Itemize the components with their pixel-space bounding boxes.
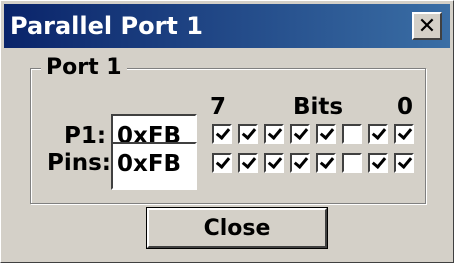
bit-checkbox[interactable] (238, 124, 258, 144)
bit-checkbox[interactable] (212, 124, 232, 144)
p1-label: P1: (64, 123, 107, 149)
bit-checkbox[interactable] (264, 153, 284, 173)
bit-0-label: 0 (397, 94, 414, 120)
bit-checkbox[interactable] (316, 153, 336, 173)
bit-7-label: 7 (210, 94, 227, 120)
bit-checkbox[interactable] (394, 124, 414, 144)
bit-checkbox[interactable] (238, 153, 258, 173)
bit-checkbox[interactable] (316, 124, 336, 144)
bit-checkbox[interactable] (342, 153, 362, 173)
bit-checkbox[interactable] (290, 153, 310, 173)
pins-bit-checkboxes (212, 153, 414, 173)
bit-checkbox[interactable] (342, 124, 362, 144)
bit-checkbox[interactable] (368, 153, 388, 173)
title-bar[interactable]: Parallel Port 1 ✕ (4, 4, 450, 48)
p1-bit-checkboxes (212, 124, 414, 144)
dialog-window: Parallel Port 1 ✕ Port 1 7 Bits 0 P1: 0x… (0, 0, 454, 263)
close-icon[interactable]: ✕ (412, 12, 442, 40)
pins-label: Pins: (47, 150, 112, 176)
bit-checkbox[interactable] (212, 153, 232, 173)
group-label: Port 1 (41, 54, 127, 82)
pins-value-field[interactable]: 0xFB (111, 142, 197, 190)
bit-checkbox[interactable] (264, 124, 284, 144)
bits-label: Bits (293, 94, 344, 120)
bit-checkbox[interactable] (290, 124, 310, 144)
close-button[interactable]: Close (146, 207, 328, 249)
bit-checkbox[interactable] (368, 124, 388, 144)
window-title: Parallel Port 1 (10, 12, 203, 40)
bit-checkbox[interactable] (394, 153, 414, 173)
